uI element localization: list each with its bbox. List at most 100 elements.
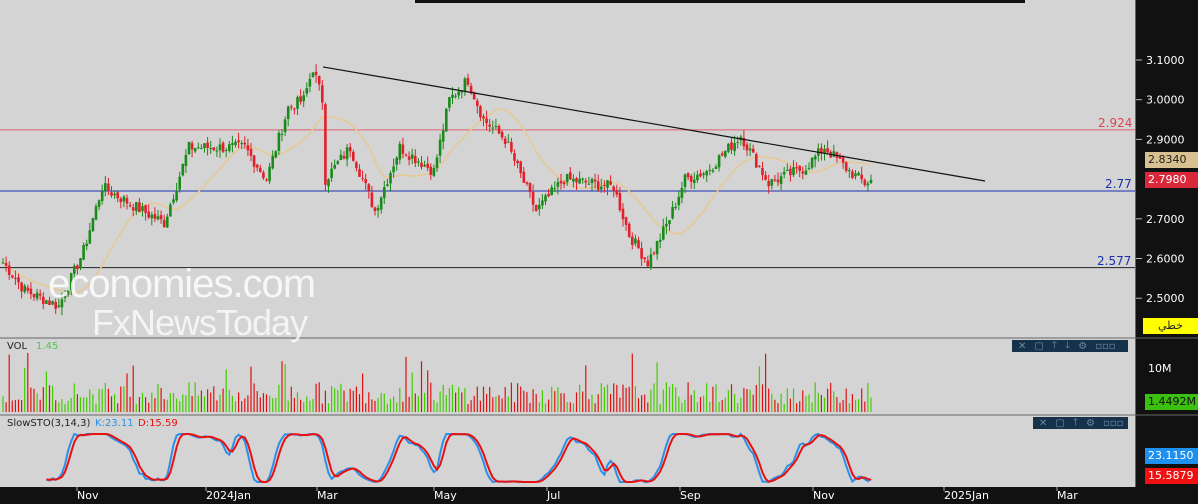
candle-body [615, 190, 619, 195]
settings-icon[interactable]: ⚙ [1078, 341, 1087, 352]
candle-body [42, 296, 45, 304]
candle-body [792, 167, 795, 176]
candle-body [252, 155, 256, 167]
candle-body [162, 219, 166, 228]
settings-icon[interactable]: ⚙ [1086, 418, 1095, 429]
close-icon[interactable]: ✕ [1039, 418, 1047, 429]
candle-body [203, 143, 206, 149]
candle-body [373, 207, 377, 211]
candle-body [410, 154, 414, 159]
candle-body [457, 91, 460, 96]
candle-body [128, 205, 132, 207]
candle-body [35, 292, 39, 299]
candle-body [547, 193, 550, 197]
candle-body [590, 179, 594, 184]
candle-body [596, 181, 600, 190]
candle-body [283, 119, 287, 133]
more-icon[interactable]: ▫▫▫ [1095, 341, 1115, 352]
candle-body [823, 149, 826, 154]
candle-body [324, 104, 327, 185]
sto-panel-toolbar[interactable]: ✕ ▢ 🡑 ⚙ ▫▫▫ [1033, 417, 1128, 429]
candle-body [426, 163, 429, 168]
candle-body [224, 150, 228, 152]
time-axis [0, 487, 1198, 504]
candle-body [699, 173, 702, 177]
volume-value: 1.45 [36, 341, 59, 352]
more-icon[interactable]: ▫▫▫ [1103, 418, 1123, 429]
chart-canvas[interactable]: 3.1000 3.0000 2.9000 2.7000 2.6000 2.5000 Nov 2… [0, 0, 1198, 504]
candle-body [507, 141, 510, 143]
candle-body [131, 207, 135, 211]
candle-body [497, 125, 501, 134]
candle-body [364, 179, 367, 184]
candle-body [708, 169, 712, 171]
volume-panel-toolbar[interactable]: ✕ ▢ 🡑 🡓 ⚙ ▫▫▫ [1012, 340, 1128, 352]
candle-body [686, 173, 690, 178]
price-tick-label: 2.6000 [1146, 253, 1185, 266]
candle-body [94, 206, 98, 220]
candle-body [804, 170, 808, 175]
candle-body [575, 178, 578, 183]
time-tick-label: Nov [813, 489, 835, 502]
close-icon[interactable]: ✕ [1018, 341, 1026, 352]
candle-body [125, 198, 129, 204]
candle-body [268, 166, 271, 182]
candle-body [795, 167, 798, 169]
candle-body [730, 142, 733, 150]
candle-body [367, 184, 371, 191]
candle-body [550, 187, 553, 196]
line-label-2577: 2.577 [1097, 254, 1132, 268]
candle-body [528, 183, 532, 192]
candle-body [813, 156, 817, 160]
down-icon[interactable]: 🡓 [1065, 338, 1070, 355]
candle-body [166, 216, 169, 228]
candle-body [751, 148, 755, 153]
candle-body [562, 182, 566, 185]
candle-body [342, 156, 346, 159]
maximize-icon[interactable]: ▢ [1034, 341, 1043, 352]
candle-body [156, 216, 160, 220]
candle-body [519, 161, 522, 174]
candle-body [658, 239, 662, 242]
candle-body [178, 176, 181, 190]
candle-body [314, 71, 318, 76]
candle-body [308, 78, 312, 87]
candle-body [302, 95, 305, 102]
axis-border [1135, 0, 1136, 487]
candle-body [500, 131, 504, 138]
top-bar [415, 0, 1025, 3]
candle-body [305, 88, 309, 94]
up-icon[interactable]: 🡑 [1073, 415, 1078, 432]
candle-body [860, 174, 863, 180]
candle-body [355, 162, 358, 169]
candle-body [600, 186, 603, 190]
candle-body [339, 154, 343, 161]
candle-body [534, 204, 538, 211]
candle-body [801, 171, 805, 174]
candle-body [733, 143, 736, 152]
up-icon[interactable]: 🡑 [1052, 338, 1057, 355]
time-tick-label: Mar [317, 489, 338, 502]
candle-body [401, 144, 405, 154]
candle-body [764, 175, 767, 180]
maximize-icon[interactable]: ▢ [1055, 418, 1064, 429]
candle-body [869, 179, 873, 184]
candle-body [525, 182, 529, 184]
candle-body [491, 127, 495, 129]
time-tick-label: Sep [680, 489, 701, 502]
candle-body [17, 277, 20, 283]
volume-axis-tick: 10M [1148, 362, 1172, 375]
candle-body [104, 183, 107, 191]
candle-body [779, 176, 783, 184]
price-tick-label: 2.9000 [1146, 133, 1185, 146]
candle-body [482, 116, 485, 119]
candle-body [429, 166, 433, 175]
candle-body [714, 166, 718, 169]
chart-type-button[interactable]: خطي [1143, 318, 1198, 334]
candle-body [866, 183, 870, 186]
candle-body [782, 171, 786, 175]
candle-body [631, 236, 634, 246]
candle-body [553, 188, 557, 190]
candle-body [544, 195, 547, 202]
time-tick-label: Mar [1057, 489, 1078, 502]
